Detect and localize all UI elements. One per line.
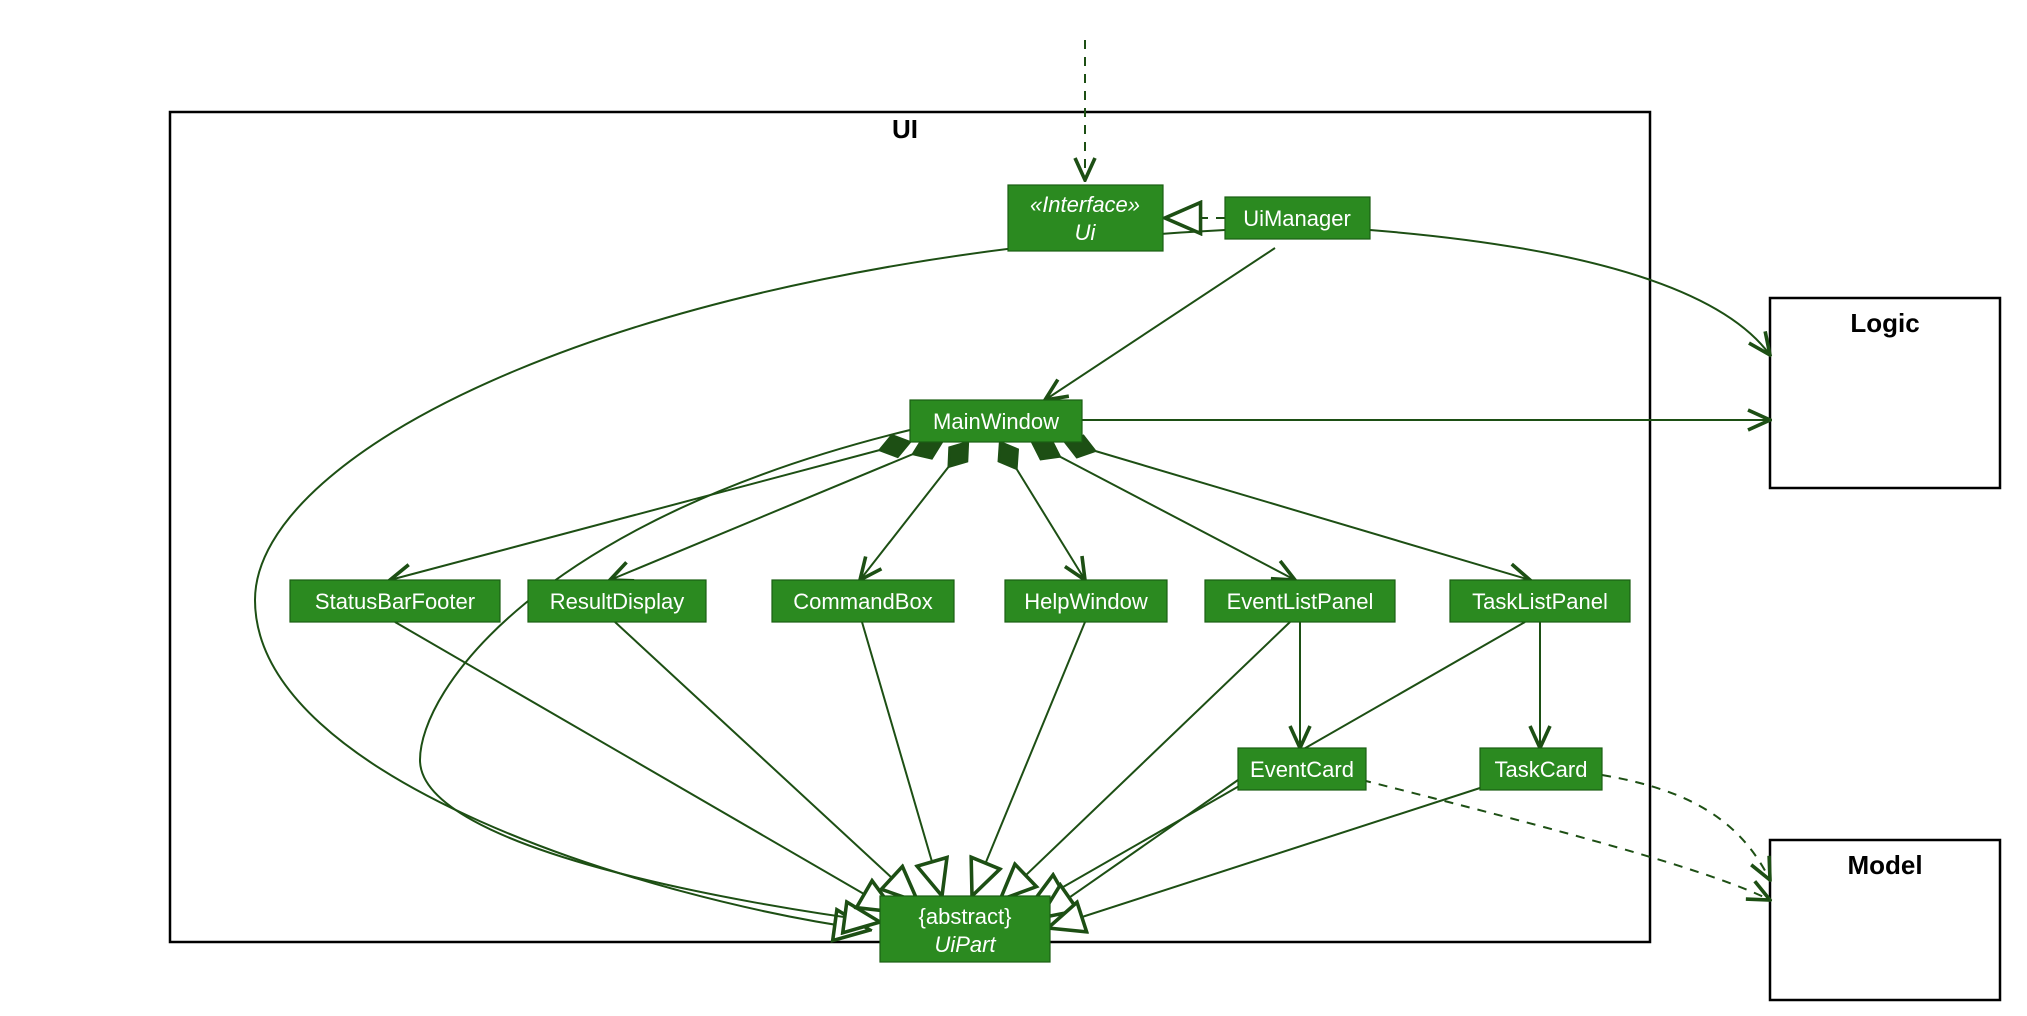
edge-gen-eventcard-uipart (1040, 780, 1238, 918)
edge-gen-resultdisplay-uipart (615, 622, 918, 902)
edge-gen-mainwindow-uipart (420, 430, 910, 922)
class-ui-interface: «Interface» Ui (1008, 185, 1163, 251)
class-statusbarfooter-name: StatusBarFooter (315, 589, 475, 614)
uml-class-diagram: UI Logic Model (0, 0, 2027, 1016)
edge-comp-tasklistpanel (1065, 442, 1530, 580)
class-tasklistpanel: TaskListPanel (1450, 580, 1630, 622)
class-eventcard: EventCard (1238, 748, 1366, 790)
class-resultdisplay-name: ResultDisplay (550, 589, 685, 614)
edge-comp-commandbox (860, 442, 968, 580)
class-statusbarfooter: StatusBarFooter (290, 580, 500, 622)
class-mainwindow-name: MainWindow (933, 409, 1059, 434)
edge-uimanager-logic (1370, 230, 1770, 355)
edge-gen-statusbarfooter-uipart (395, 622, 895, 912)
class-taskcard: TaskCard (1480, 748, 1602, 790)
class-commandbox: CommandBox (772, 580, 954, 622)
class-eventlistpanel-name: EventListPanel (1227, 589, 1374, 614)
class-ui-stereotype: «Interface» (1030, 192, 1140, 217)
package-ui-label: UI (892, 114, 918, 144)
package-model-label: Model (1847, 850, 1922, 880)
class-helpwindow: HelpWindow (1005, 580, 1167, 622)
edge-eventcard-model (1362, 780, 1770, 900)
edge-taskcard-model (1602, 775, 1770, 880)
class-uipart-stereotype: {abstract} (919, 904, 1012, 929)
class-eventlistpanel: EventListPanel (1205, 580, 1395, 622)
class-uipart: {abstract} UiPart (880, 896, 1050, 962)
edge-comp-statusbarfooter (390, 442, 910, 580)
class-uipart-name: UiPart (934, 932, 996, 957)
edge-uimanager-mainwindow (1045, 248, 1275, 400)
class-resultdisplay: ResultDisplay (528, 580, 706, 622)
class-tasklistpanel-name: TaskListPanel (1472, 589, 1608, 614)
package-ui-frame (170, 112, 1650, 942)
class-eventcard-name: EventCard (1250, 757, 1354, 782)
edge-gen-helpwindow-uipart (972, 622, 1085, 896)
class-helpwindow-name: HelpWindow (1024, 589, 1148, 614)
package-logic-label: Logic (1850, 308, 1919, 338)
class-mainwindow: MainWindow (910, 400, 1082, 442)
class-taskcard-name: TaskCard (1495, 757, 1588, 782)
class-ui-name: Ui (1075, 220, 1097, 245)
class-commandbox-name: CommandBox (793, 589, 932, 614)
edge-comp-resultdisplay (610, 442, 942, 580)
class-uimanager-name: UiManager (1243, 206, 1351, 231)
class-uimanager: UiManager (1225, 197, 1370, 239)
edge-gen-commandbox-uipart (862, 622, 942, 896)
